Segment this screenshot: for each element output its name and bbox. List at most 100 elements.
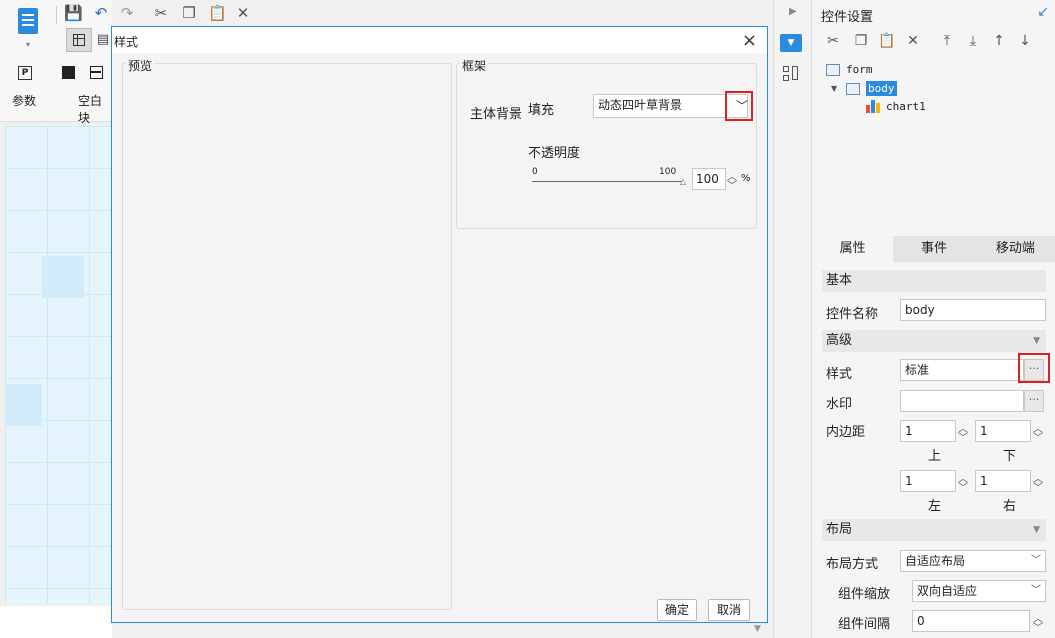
- padding-left-stepper[interactable]: ︿ ﹀: [955, 470, 971, 494]
- copy-icon[interactable]: ❐: [180, 4, 198, 22]
- padding-left-input[interactable]: 1: [900, 470, 956, 492]
- padding-top-stepper[interactable]: ︿ ﹀: [955, 420, 971, 444]
- section-basic[interactable]: 基本: [822, 270, 1046, 292]
- undo-icon[interactable]: ↶: [92, 4, 110, 22]
- params-label: 参数: [12, 94, 37, 108]
- panel-title: 控件设置: [821, 10, 874, 25]
- tab-events[interactable]: 事件: [893, 236, 974, 262]
- chevron-down-icon[interactable]: ﹀: [736, 97, 748, 114]
- section-title: 布局: [826, 522, 853, 537]
- move-top-icon[interactable]: ⤒: [938, 32, 956, 50]
- grid-view-toggle[interactable]: [66, 28, 92, 52]
- preview-icon[interactable]: ▤: [94, 31, 112, 49]
- move-bottom-icon[interactable]: ⤓: [964, 32, 982, 50]
- section-title: 高级: [826, 333, 853, 348]
- tree-node-label: chart1: [886, 99, 926, 113]
- padding-right-input[interactable]: 1: [975, 470, 1031, 492]
- tree-node-form[interactable]: form: [826, 63, 873, 76]
- fill-value: 动态四叶草背景: [598, 98, 683, 112]
- gap-stepper[interactable]: ︿ ﹀: [1030, 610, 1046, 634]
- tree-node-chart[interactable]: chart1: [866, 99, 926, 113]
- chevron-down-icon: ﹀: [1031, 555, 1041, 566]
- move-up-icon[interactable]: ↑: [990, 32, 1008, 50]
- watermark-edit-button[interactable]: ···: [1024, 390, 1044, 412]
- form-icon: [826, 63, 840, 76]
- opacity-stepper[interactable]: ︿ ﹀: [724, 168, 740, 192]
- layout-mode-value: 自适应布局: [905, 554, 966, 568]
- grid-cell-highlight: [42, 256, 84, 298]
- tree-node-body[interactable]: body: [846, 81, 897, 96]
- grid-cell-highlight: [5, 384, 42, 426]
- style-label: 样式: [826, 367, 853, 382]
- section-advanced[interactable]: 高级 ▼: [822, 330, 1046, 352]
- padding-bottom-input[interactable]: 1: [975, 420, 1031, 442]
- paste-icon[interactable]: 📋: [878, 32, 896, 50]
- layout-block-icon[interactable]: [90, 66, 103, 79]
- padding-top-input[interactable]: 1: [900, 420, 956, 442]
- tree-expand-icon[interactable]: ▼: [831, 84, 837, 93]
- template-menu-button[interactable]: ▾: [16, 6, 42, 49]
- redo-icon[interactable]: ↷: [118, 4, 136, 22]
- section-layout[interactable]: 布局 ▼: [822, 519, 1046, 541]
- ok-button[interactable]: 确定: [657, 599, 697, 621]
- layout-mode-select[interactable]: 自适应布局 ﹀: [900, 550, 1046, 572]
- designer-toolbar: ▾ 💾 ↶ ↷ ▤ P 参数 空白块: [0, 0, 133, 125]
- opacity-label: 不透明度: [528, 146, 581, 161]
- widget-name-field[interactable]: body: [900, 299, 1046, 321]
- paste-icon[interactable]: 📋: [208, 4, 227, 22]
- chevron-down-icon: ﹀: [1031, 585, 1041, 596]
- delete-icon[interactable]: ✕: [904, 32, 922, 50]
- widget-list-tab-icon[interactable]: [783, 66, 799, 82]
- scale-label: 组件缩放: [838, 587, 891, 602]
- expand-arrow-icon[interactable]: ▶: [789, 6, 797, 17]
- design-canvas[interactable]: [5, 126, 111, 604]
- blank-block-icon[interactable]: [62, 66, 75, 79]
- chart-icon: [866, 99, 880, 113]
- watermark-field: [900, 390, 1024, 412]
- blank-block-label: 空白块: [78, 94, 103, 125]
- opacity-unit: %: [741, 173, 751, 184]
- scroll-down-icon[interactable]: ▼: [754, 624, 761, 634]
- tree-node-label: body: [866, 81, 897, 96]
- opacity-slider[interactable]: △: [532, 177, 686, 191]
- copy-icon[interactable]: ❐: [852, 32, 870, 50]
- cancel-button[interactable]: 取消: [708, 599, 750, 621]
- preview-panel: [122, 63, 452, 610]
- canvas-footer: [0, 606, 112, 638]
- gap-label: 组件间隔: [838, 617, 891, 632]
- scale-select[interactable]: 双向自适应 ﹀: [912, 580, 1046, 602]
- side-toolstrip: ▶ ▼ ▼: [754, 0, 810, 638]
- padding-right-label: 右: [1003, 499, 1017, 514]
- gap-input[interactable]: 0: [912, 610, 1030, 632]
- padding-bottom-stepper[interactable]: ︿ ﹀: [1030, 420, 1046, 444]
- dialog-body: 预览 框架 主体背景 填充 动态四叶草背景 ﹀ 不透明度 0 100 △ 100…: [112, 53, 767, 622]
- widget-settings-panel: 控件设置 ↙ ✂ ❐ 📋 ✕ ⤒ ⤓ ↑ ↓ form ▼ body chart…: [811, 0, 1055, 638]
- property-tabs: 属性 事件 移动端: [812, 236, 1055, 262]
- tab-mobile[interactable]: 移动端: [975, 236, 1055, 262]
- style-field: 标准: [900, 359, 1024, 381]
- padding-right-stepper[interactable]: ︿ ﹀: [1030, 470, 1046, 494]
- chevron-down-icon: ▼: [1033, 525, 1040, 535]
- cut-icon[interactable]: ✂: [824, 32, 842, 50]
- chevron-down-icon: ▾: [26, 40, 31, 49]
- close-icon[interactable]: ×: [742, 30, 757, 51]
- slider-max-label: 100: [659, 167, 677, 177]
- style-dialog: 样式 × 预览 框架 主体背景 填充 动态四叶草背景 ﹀ 不透明度 0 100 …: [111, 26, 768, 623]
- save-icon[interactable]: 💾: [64, 4, 83, 22]
- collapse-icon[interactable]: ↙: [1037, 4, 1049, 20]
- preview-legend: 预览: [126, 57, 155, 74]
- slider-thumb[interactable]: △: [680, 177, 686, 186]
- move-down-icon[interactable]: ↓: [1016, 32, 1034, 50]
- section-title: 基本: [826, 273, 853, 288]
- widget-settings-tab-icon[interactable]: ▼: [780, 34, 802, 52]
- highlight-box: [1018, 353, 1050, 383]
- body-bg-label: 主体背景: [470, 107, 523, 122]
- cut-icon[interactable]: ✂: [152, 4, 170, 22]
- padding-bottom-label: 下: [1003, 449, 1017, 464]
- opacity-input[interactable]: 100: [692, 168, 726, 190]
- tab-properties[interactable]: 属性: [812, 236, 894, 262]
- parameter-icon[interactable]: P: [18, 66, 32, 80]
- delete-icon[interactable]: ✕: [234, 4, 252, 22]
- watermark-label: 水印: [826, 397, 853, 412]
- padding-left-label: 左: [928, 499, 942, 514]
